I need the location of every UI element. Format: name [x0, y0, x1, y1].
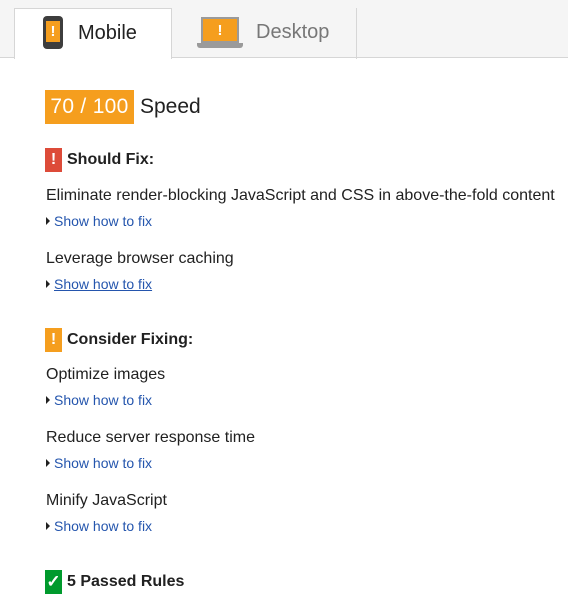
consider-fixing-header: ! Consider Fixing: [45, 328, 193, 352]
mobile-phone-icon: ! [43, 16, 63, 49]
checkmark-icon: ✓ [45, 570, 62, 594]
caret-right-icon [46, 459, 50, 467]
score-badge: 70 / 100 [45, 90, 134, 124]
show-how-to-fix-link[interactable]: Show how to fix [46, 518, 152, 534]
caret-right-icon [46, 217, 50, 225]
show-how-to-fix-link[interactable]: Show how to fix [46, 213, 152, 229]
tab-mobile[interactable]: ! Mobile [14, 8, 172, 59]
rule-title: Eliminate render-blocking JavaScript and… [46, 187, 555, 204]
exclamation-icon: ! [45, 148, 62, 172]
show-how-to-fix-link[interactable]: Show how to fix [46, 455, 152, 471]
rule-title: Optimize images [46, 366, 166, 383]
tab-desktop-label: Desktop [256, 21, 330, 43]
should-fix-header: ! Should Fix: [45, 148, 154, 172]
caret-right-icon [46, 522, 50, 530]
score-label: Speed [140, 95, 201, 118]
caret-right-icon [46, 280, 50, 288]
exclamation-icon: ! [45, 328, 62, 352]
rule-title: Minify JavaScript [46, 492, 167, 509]
speed-score: 70 / 100 Speed [45, 90, 201, 124]
passed-rules-header[interactable]: ✓ 5 Passed Rules [45, 570, 184, 594]
rule-title: Leverage browser caching [46, 250, 234, 267]
tab-desktop[interactable]: ! Desktop [172, 8, 357, 59]
rule-title: Reduce server response time [46, 429, 255, 446]
caret-right-icon [46, 396, 50, 404]
should-fix-title: Should Fix: [67, 151, 155, 168]
consider-fixing-title: Consider Fixing: [67, 331, 194, 348]
show-how-to-fix-link[interactable]: Show how to fix [46, 276, 152, 292]
passed-rules-title: 5 Passed Rules [67, 573, 185, 590]
show-how-to-fix-link[interactable]: Show how to fix [46, 392, 152, 408]
tab-mobile-label: Mobile [78, 22, 137, 44]
device-tab-bar: ! Mobile ! Desktop [0, 0, 568, 59]
laptop-icon: ! [197, 17, 243, 48]
